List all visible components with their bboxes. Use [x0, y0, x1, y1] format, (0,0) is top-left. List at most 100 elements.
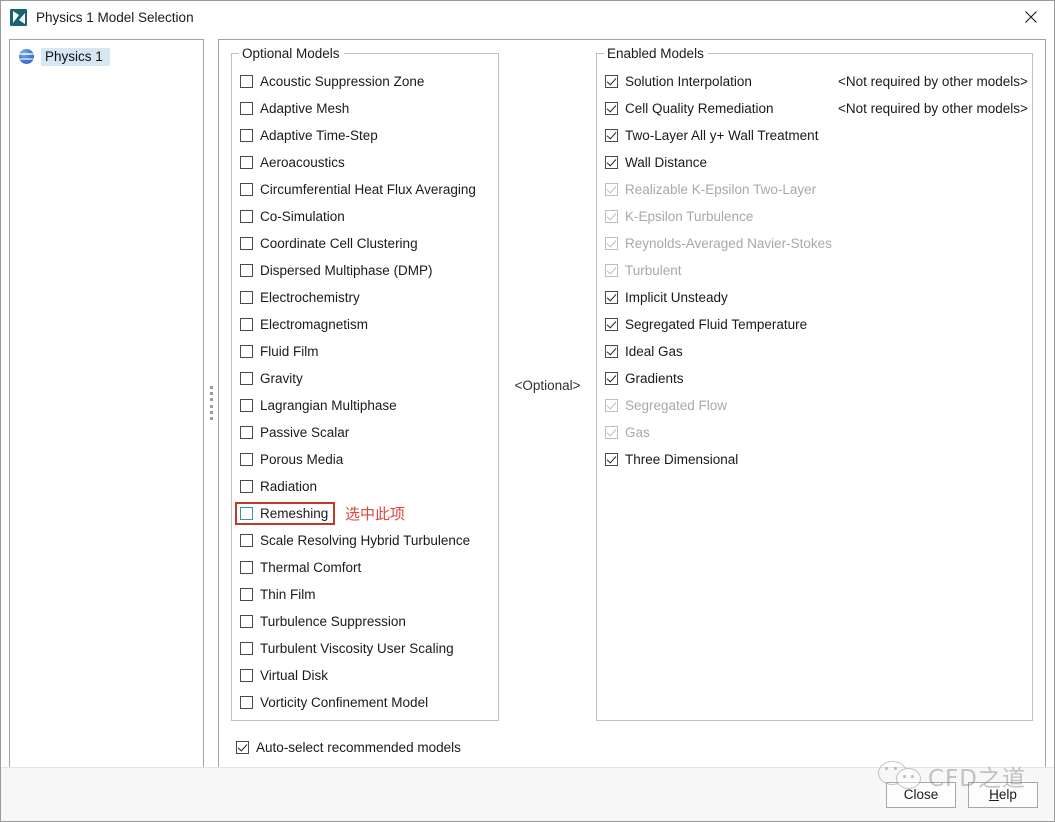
optional-model-label: Virtual Disk: [260, 668, 329, 683]
checkbox-icon[interactable]: [240, 534, 253, 547]
close-icon[interactable]: [1008, 1, 1054, 33]
enabled-model-label: Segregated Fluid Temperature: [625, 317, 808, 332]
checkbox-icon[interactable]: [605, 372, 618, 385]
enabled-model-row[interactable]: Three Dimensional: [605, 446, 1024, 473]
optional-model-row[interactable]: Turbulent Viscosity User Scaling: [240, 635, 490, 662]
optional-model-row[interactable]: Coordinate Cell Clustering: [240, 230, 490, 257]
checkbox-icon[interactable]: [240, 75, 253, 88]
optional-model-row[interactable]: Co-Simulation: [240, 203, 490, 230]
checkbox-icon[interactable]: [240, 480, 253, 493]
star-ccm-icon: [10, 8, 27, 26]
remeshing-checkbox-icon[interactable]: [240, 507, 253, 520]
optional-model-label: Acoustic Suppression Zone: [260, 74, 425, 89]
optional-model-row[interactable]: Porous Media: [240, 446, 490, 473]
model-groups-row: Optional Models Acoustic Suppression Zon…: [219, 40, 1045, 727]
optional-model-row[interactable]: Scale Resolving Hybrid Turbulence: [240, 527, 490, 554]
optional-model-row[interactable]: Turbulence Suppression: [240, 608, 490, 635]
checkbox-icon[interactable]: [240, 453, 253, 466]
dialog-window: Physics 1 Model Selection Physics 1 Opti…: [0, 0, 1055, 822]
checkbox-icon[interactable]: [240, 372, 253, 385]
enabled-model-label: Three Dimensional: [625, 452, 739, 467]
optional-model-row[interactable]: Fluid Film: [240, 338, 490, 365]
checkbox-icon[interactable]: [240, 615, 253, 628]
enabled-model-row[interactable]: Gradients: [605, 365, 1024, 392]
auto-select-recommended-models-checkbox[interactable]: Auto-select recommended models: [236, 736, 1045, 758]
optional-model-row[interactable]: Vorticity Confinement Model: [240, 689, 490, 716]
enabled-model-row: K-Epsilon Turbulence: [605, 203, 1024, 230]
optional-model-row[interactable]: Thin Film: [240, 581, 490, 608]
enabled-model-label: Gradients: [625, 371, 684, 386]
optional-model-row[interactable]: Acoustic Suppression Zone: [240, 68, 490, 95]
checkbox-icon[interactable]: [605, 318, 618, 331]
optional-model-label: Fluid Film: [260, 344, 319, 359]
optional-model-row[interactable]: Radiation: [240, 473, 490, 500]
model-selection-panel: Optional Models Acoustic Suppression Zon…: [218, 39, 1046, 769]
optional-model-row[interactable]: Virtual Disk: [240, 662, 490, 689]
optional-model-label: Remeshing: [260, 506, 329, 521]
checkbox-icon[interactable]: [240, 426, 253, 439]
enabled-model-row[interactable]: Ideal Gas: [605, 338, 1024, 365]
checkbox-icon[interactable]: [605, 129, 618, 142]
checkbox-icon[interactable]: [240, 156, 253, 169]
optional-model-row[interactable]: Electrochemistry: [240, 284, 490, 311]
optional-model-row[interactable]: Aeroacoustics: [240, 149, 490, 176]
optional-model-row[interactable]: Thermal Comfort: [240, 554, 490, 581]
checkbox-icon[interactable]: [240, 696, 253, 709]
enabled-model-row[interactable]: Solution Interpolation <Not required by o…: [605, 68, 1028, 95]
enabled-model-row[interactable]: Implicit Unsteady: [605, 284, 1024, 311]
enabled-model-row[interactable]: Two-Layer All y+ Wall Treatment: [605, 122, 1024, 149]
enabled-model-row[interactable]: Segregated Fluid Temperature: [605, 311, 1024, 338]
checkbox-icon[interactable]: [240, 129, 253, 142]
checkbox-icon[interactable]: [240, 642, 253, 655]
checkbox-icon[interactable]: [240, 210, 253, 223]
optional-model-row[interactable]: Lagrangian Multiphase: [240, 392, 490, 419]
optional-tag-column: <Optional>: [499, 53, 596, 727]
checkbox-icon[interactable]: [605, 102, 618, 115]
optional-model-row[interactable]: Remeshing 选中此项: [235, 500, 490, 527]
checkbox-icon[interactable]: [240, 318, 253, 331]
tree-item-physics-1[interactable]: Physics 1: [10, 46, 203, 67]
enabled-model-note: <Not required by other models>: [838, 101, 1028, 116]
checkbox-icon[interactable]: [240, 183, 253, 196]
enabled-models-group: Enabled Models Solution Interpolation <No…: [596, 46, 1033, 721]
checkbox-icon[interactable]: [240, 669, 253, 682]
auto-select-bar: Auto-select recommended models: [219, 727, 1045, 768]
checkbox-icon[interactable]: [605, 156, 618, 169]
close-button[interactable]: Close: [886, 781, 956, 808]
tree-item-label: Physics 1: [41, 47, 110, 66]
checkbox-icon[interactable]: [605, 345, 618, 358]
enabled-model-row[interactable]: Wall Distance: [605, 149, 1024, 176]
optional-model-row[interactable]: Dispersed Multiphase (DMP): [240, 257, 490, 284]
optional-model-row[interactable]: Passive Scalar: [240, 419, 490, 446]
checkbox-icon[interactable]: [605, 453, 618, 466]
checkbox-icon: [236, 740, 249, 754]
checkbox-icon[interactable]: [605, 75, 618, 88]
checkbox-icon[interactable]: [240, 399, 253, 412]
checkbox-icon[interactable]: [240, 345, 253, 358]
optional-model-row[interactable]: Adaptive Time-Step: [240, 122, 490, 149]
panel-splitter[interactable]: [204, 39, 218, 767]
checkbox-icon[interactable]: [240, 561, 253, 574]
checkbox-icon[interactable]: [240, 291, 253, 304]
checkbox-icon[interactable]: [240, 264, 253, 277]
help-button[interactable]: Help: [968, 781, 1038, 808]
optional-model-row[interactable]: Circumferential Heat Flux Averaging: [240, 176, 490, 203]
enabled-models-list: Solution Interpolation <Not required by o…: [605, 68, 1028, 473]
checkbox-icon[interactable]: [240, 588, 253, 601]
optional-model-row[interactable]: Electromagnetism: [240, 311, 490, 338]
enabled-model-row: Realizable K-Epsilon Two-Layer: [605, 176, 1024, 203]
optional-model-row[interactable]: Gravity: [240, 365, 490, 392]
enabled-model-label: Solution Interpolation: [625, 74, 752, 89]
checkbox-icon: [605, 399, 618, 412]
checkbox-icon[interactable]: [240, 237, 253, 250]
physics-globe-icon: [19, 49, 34, 64]
optional-model-label: Aeroacoustics: [260, 155, 345, 170]
help-mnemonic: H: [989, 787, 999, 802]
checkbox-icon[interactable]: [605, 291, 618, 304]
dialog-button-bar: Close Help: [1, 767, 1054, 821]
splitter-grip-icon: [210, 386, 213, 420]
enabled-model-row[interactable]: Cell Quality Remediation <Not required by…: [605, 95, 1028, 122]
checkbox-icon[interactable]: [240, 102, 253, 115]
optional-model-row[interactable]: Adaptive Mesh: [240, 95, 490, 122]
enabled-model-label: Turbulent: [625, 263, 682, 278]
